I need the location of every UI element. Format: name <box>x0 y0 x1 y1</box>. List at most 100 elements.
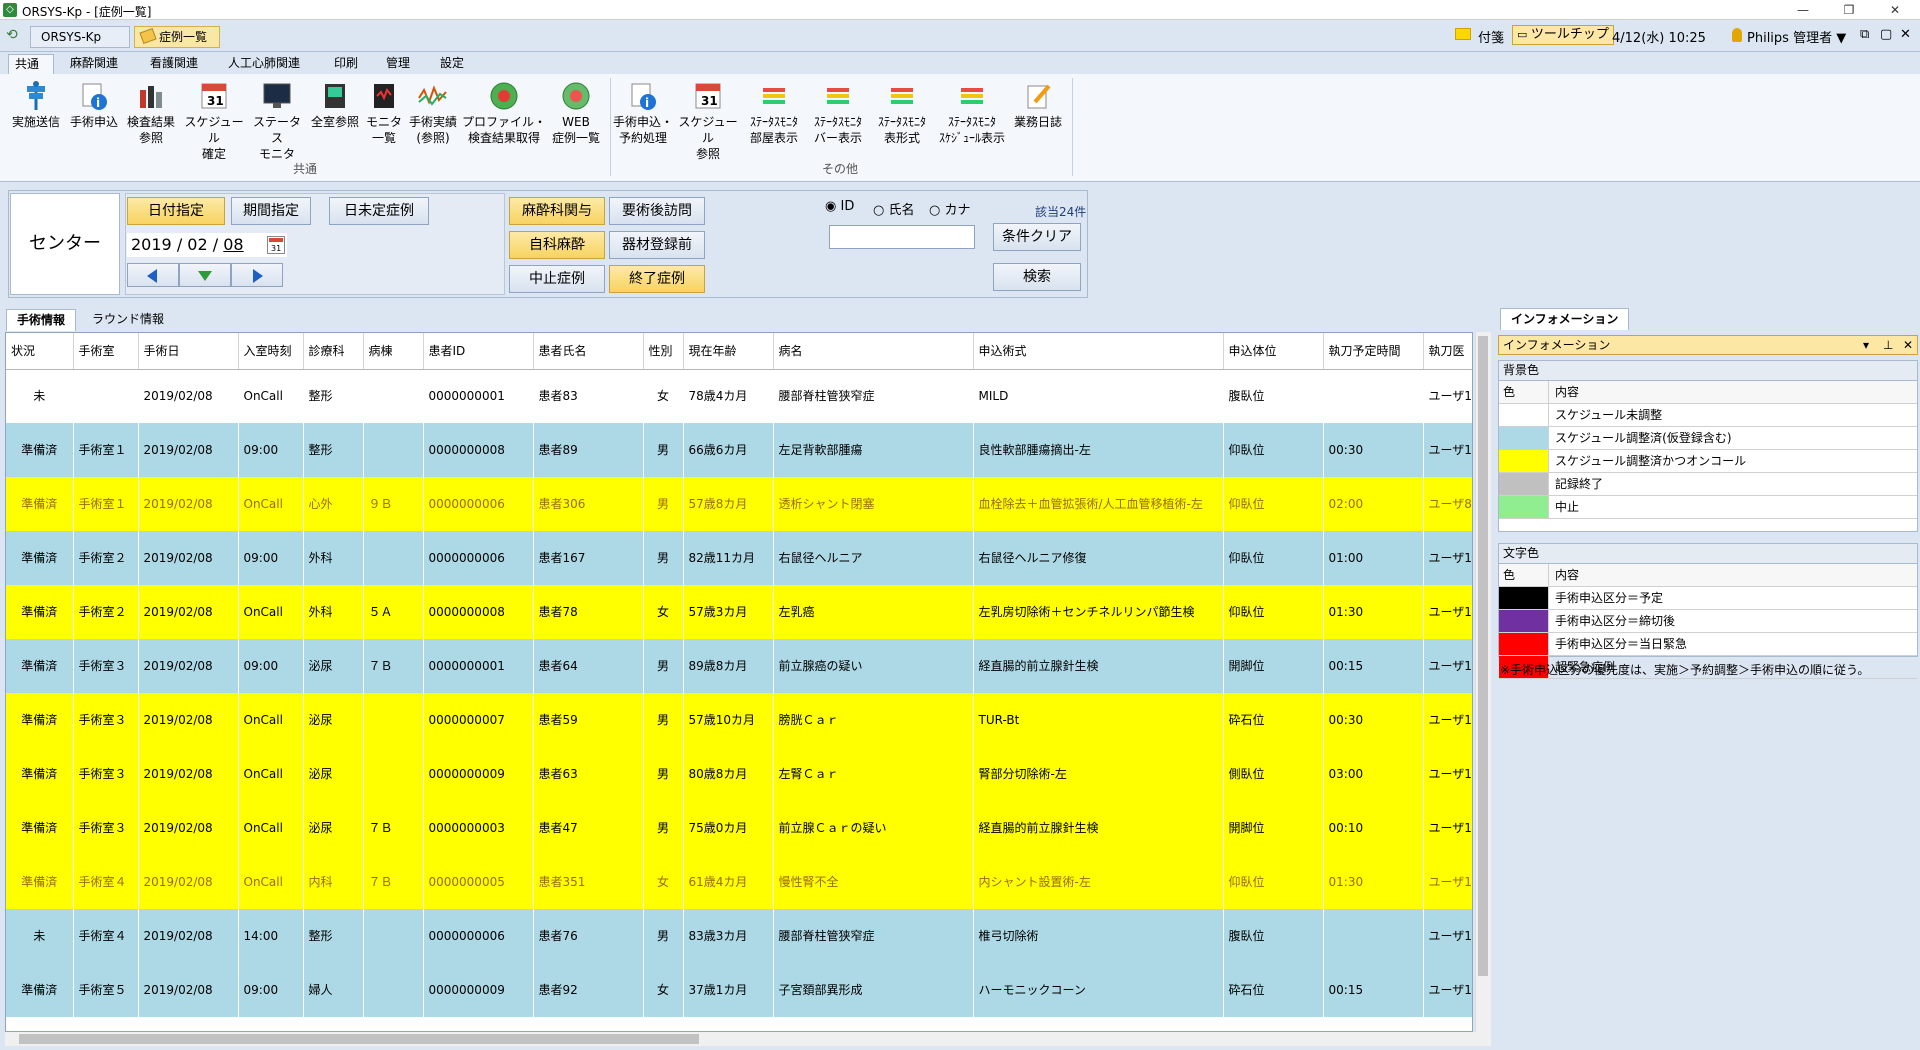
column-header[interactable]: 現在年齢 <box>683 333 774 370</box>
case-list-tab[interactable]: 症例一覧 <box>134 26 220 48</box>
bg-legend-header: 色 内容 <box>1499 381 1917 404</box>
radio-kana[interactable]: ○ カナ <box>929 199 971 218</box>
monitor-list-button[interactable]: モニタ 一覧 <box>364 80 404 146</box>
column-header[interactable]: 診療科 <box>303 333 364 370</box>
toggle-cancelled[interactable]: 中止症例 <box>509 265 605 293</box>
toggle-postop-visit[interactable]: 要術後訪問 <box>609 197 705 225</box>
toggle-finished[interactable]: 終了症例 <box>609 265 705 293</box>
schedule-confirm-button[interactable]: 31 スケジュール 確定 <box>180 80 248 162</box>
table-row[interactable]: 準備済 手術室２ 2019/02/08 OnCall 外科 ５Ａ 0000000008 患者7… <box>6 585 1472 639</box>
ribbon-separator <box>1072 78 1073 176</box>
table-row[interactable]: 準備済 手術室３ 2019/02/08 OnCall 泌尿 ７Ｂ 0000000003 患者4… <box>6 801 1472 855</box>
toggle-before-equipment[interactable]: 器材登録前 <box>609 231 705 259</box>
column-header[interactable]: 病名 <box>773 333 974 370</box>
date-mode-undecided[interactable]: 日未定症例 <box>329 197 429 225</box>
table-row[interactable]: 未手術室４ 2019/02/08 14:00 整形 0000000006 患者76 男 83歳… <box>6 909 1472 963</box>
ribbon-tab-anesthesia[interactable]: 麻酔関連 <box>64 54 124 74</box>
user-menu[interactable]: Philips 管理者 ▼ <box>1747 27 1846 46</box>
column-header[interactable]: 病棟 <box>363 333 424 370</box>
status-bar-view-button[interactable]: ｽﾃｰﾀｽﾓﾆﾀ バー表示 <box>806 80 870 146</box>
work-journal-button[interactable]: 業務日誌 <box>1010 80 1066 130</box>
search-input[interactable] <box>829 225 975 249</box>
surgery-request-button[interactable]: i 手術申込 <box>66 80 122 130</box>
table-cell: 左乳房切除術＋センチネルリンパ節生検 <box>973 585 1224 639</box>
search-button[interactable]: 検索 <box>993 263 1081 291</box>
column-header[interactable]: 患者氏名 <box>533 333 644 370</box>
column-header[interactable]: 患者ID <box>423 333 534 370</box>
lab-result-button[interactable]: 検査結果 参照 <box>122 80 180 146</box>
profile-lab-fetch-button[interactable]: プロファイル・ 検査結果取得 <box>462 80 546 146</box>
date-mode-range[interactable]: 期間指定 <box>231 197 311 225</box>
table-row[interactable]: 準備済 手術室１ 2019/02/08 OnCall 心外 ９Ｂ 0000000006 患者3… <box>6 477 1472 531</box>
pane-menu-icon[interactable]: ▾ <box>1863 336 1869 354</box>
prev-day-button[interactable] <box>127 263 179 287</box>
table-row[interactable]: 未 2019/02/08 OnCall 整形 0000000001 患者83 女 78歳4カ月… <box>6 369 1472 423</box>
restore-doc-button[interactable]: ⧉ <box>1860 27 1869 42</box>
close-doc-button[interactable]: ✕ <box>1900 27 1911 42</box>
radio-name[interactable]: ○ 氏名 <box>873 199 915 218</box>
ribbon-tab-print[interactable]: 印刷 <box>328 54 364 74</box>
ribbon-tab-admin[interactable]: 管理 <box>380 54 416 74</box>
toggle-anesthesia-involved[interactable]: 麻酔科関与 <box>509 197 605 225</box>
column-header[interactable]: 性別 <box>643 333 684 370</box>
vertical-scrollbar[interactable] <box>1475 332 1491 1032</box>
app-tab[interactable]: ORSYS-Kp <box>30 26 130 48</box>
group-label-common: 共通 <box>292 162 317 176</box>
pane-close-icon[interactable]: ✕ <box>1903 336 1913 354</box>
calendar-picker-icon[interactable]: 31 <box>267 236 285 254</box>
request-booking-button[interactable]: i 手術申込・ 予約処理 <box>612 80 674 146</box>
scroll-thumb[interactable] <box>19 1034 699 1044</box>
maximize-button[interactable]: ❐ <box>1826 0 1872 20</box>
monitor-icon <box>260 80 294 112</box>
horizontal-scrollbar[interactable] <box>5 1032 1491 1046</box>
send-execution-button[interactable]: 実施送信 <box>6 80 66 130</box>
pin-icon[interactable]: ⊥ <box>1883 336 1893 354</box>
scroll-thumb[interactable] <box>1478 336 1488 976</box>
ribbon-tab-nursing[interactable]: 看護関連 <box>144 54 204 74</box>
toggle-self-anesthesia[interactable]: 自科麻酔 <box>509 231 605 259</box>
home-icon[interactable]: ⟲ <box>6 27 18 43</box>
status-monitor-button[interactable]: ステータス モニタ <box>248 80 306 162</box>
date-input[interactable]: 2019 / 02 / 08 <box>127 233 287 257</box>
radio-id[interactable]: ◉ ID <box>825 199 854 214</box>
info-tab[interactable]: インフォメーション <box>1500 308 1630 330</box>
center-selector[interactable]: センター <box>10 193 120 295</box>
column-header[interactable]: 手術日 <box>138 333 239 370</box>
tab-surgery-info[interactable]: 手術情報 <box>6 309 77 331</box>
clear-conditions-button[interactable]: 条件クリア <box>993 223 1081 251</box>
column-header[interactable]: 手術室 <box>73 333 139 370</box>
table-cell: 左腎Ｃａｒ <box>773 747 974 801</box>
today-button[interactable] <box>179 263 231 287</box>
column-header[interactable]: 入室時刻 <box>238 333 304 370</box>
tooltip-button[interactable]: ▭ ツールチップ <box>1512 25 1614 45</box>
status-schedule-view-button[interactable]: ｽﾃｰﾀｽﾓﾆﾀ ｽｹｼﾞｭｰﾙ表示 <box>934 80 1010 146</box>
close-button[interactable]: ✕ <box>1872 0 1918 20</box>
column-header[interactable]: 申込術式 <box>973 333 1224 370</box>
tab-round-info[interactable]: ラウンド情報 <box>82 309 174 331</box>
table-row[interactable]: 準備済 手術室５ 2019/02/08 09:00 婦人 0000000009 患者92 女 3… <box>6 963 1472 1017</box>
maximize-doc-button[interactable]: ▢ <box>1880 27 1892 42</box>
web-case-list-button[interactable]: WEB 症例一覧 <box>546 80 606 146</box>
column-header[interactable]: 執刀医 <box>1423 333 1472 370</box>
sticky-note-button[interactable]: 付箋 <box>1478 27 1504 46</box>
column-header[interactable]: 申込体位 <box>1223 333 1324 370</box>
table-row[interactable]: 準備済 手術室１ 2019/02/08 09:00 整形 0000000008 患者89 男 6… <box>6 423 1472 477</box>
ribbon-tab-common[interactable]: 共通 <box>8 54 54 74</box>
status-table-view-button[interactable]: ｽﾃｰﾀｽﾓﾆﾀ 表形式 <box>870 80 934 146</box>
column-header[interactable]: 執刀予定時間 <box>1323 333 1424 370</box>
table-row[interactable]: 準備済 手術室３ 2019/02/08 09:00 泌尿 ７Ｂ 0000000001 患者64… <box>6 639 1472 693</box>
status-room-view-button[interactable]: ｽﾃｰﾀｽﾓﾆﾀ 部屋表示 <box>742 80 806 146</box>
table-row[interactable]: 準備済 手術室３ 2019/02/08 OnCall 泌尿 0000000009 患者63 男… <box>6 747 1472 801</box>
surgery-record-button[interactable]: 手術実績 (参照) <box>404 80 462 146</box>
ribbon-tab-settings[interactable]: 設定 <box>434 54 470 74</box>
date-mode-single[interactable]: 日付指定 <box>127 197 225 225</box>
next-day-button[interactable] <box>231 263 283 287</box>
all-rooms-button[interactable]: 全室参照 <box>306 80 364 130</box>
table-row[interactable]: 準備済 手術室２ 2019/02/08 09:00 外科 0000000006 患者167 男… <box>6 531 1472 585</box>
schedule-view-button[interactable]: 31 スケジュール 参照 <box>674 80 742 162</box>
minimize-button[interactable]: — <box>1780 0 1826 20</box>
table-row[interactable]: 準備済 手術室４ 2019/02/08 OnCall 内科 ７Ｂ 0000000005 患者3… <box>6 855 1472 909</box>
column-header[interactable]: 状況 <box>6 333 74 370</box>
ribbon-tab-heart-lung[interactable]: 人工心肺関連 <box>222 54 306 74</box>
table-row[interactable]: 準備済 手術室３ 2019/02/08 OnCall 泌尿 0000000007 患者59 男… <box>6 693 1472 747</box>
